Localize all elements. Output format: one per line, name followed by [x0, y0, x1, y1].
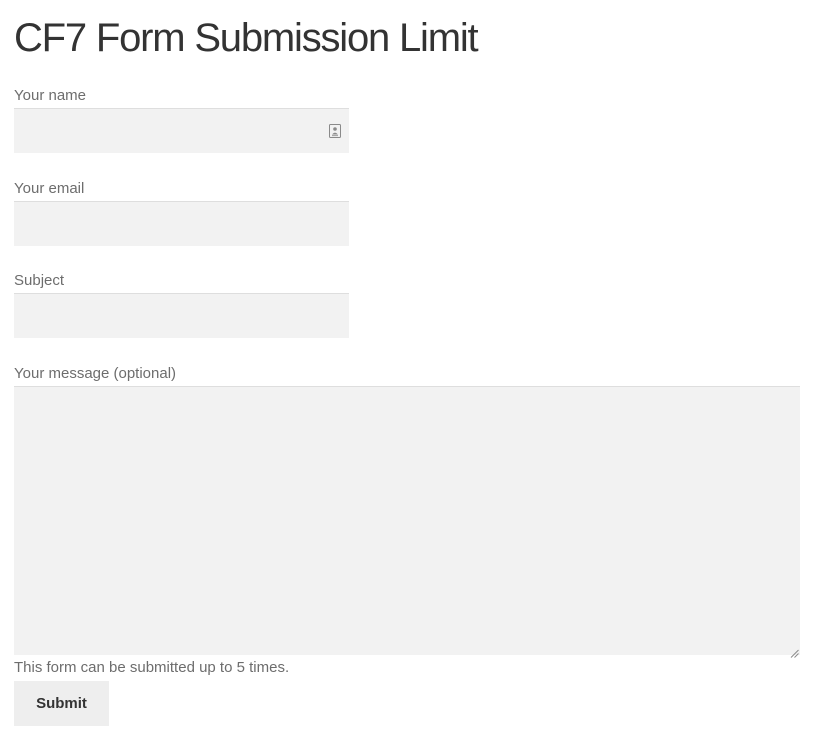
your-name-label: Your name: [14, 87, 86, 104]
field-your-email: Your email: [14, 179, 349, 246]
submit-button[interactable]: Submit: [14, 681, 109, 726]
page-title: CF7 Form Submission Limit: [14, 16, 479, 60]
your-message-textarea[interactable]: [14, 386, 800, 658]
field-subject: Subject: [14, 271, 349, 338]
subject-input[interactable]: [14, 293, 349, 338]
your-message-label: Your message (optional): [14, 365, 177, 382]
your-email-input[interactable]: [14, 201, 349, 246]
contact-card-autofill-icon[interactable]: [329, 124, 341, 138]
subject-label: Subject: [14, 272, 65, 289]
resize-grip-icon[interactable]: [790, 645, 799, 658]
field-your-name: Your name: [14, 86, 349, 153]
your-email-label: Your email: [14, 180, 85, 197]
your-name-input[interactable]: [14, 108, 349, 153]
submission-limit-note: This form can be submitted up to 5 times…: [14, 659, 290, 676]
field-your-message: Your message (optional): [14, 364, 800, 658]
